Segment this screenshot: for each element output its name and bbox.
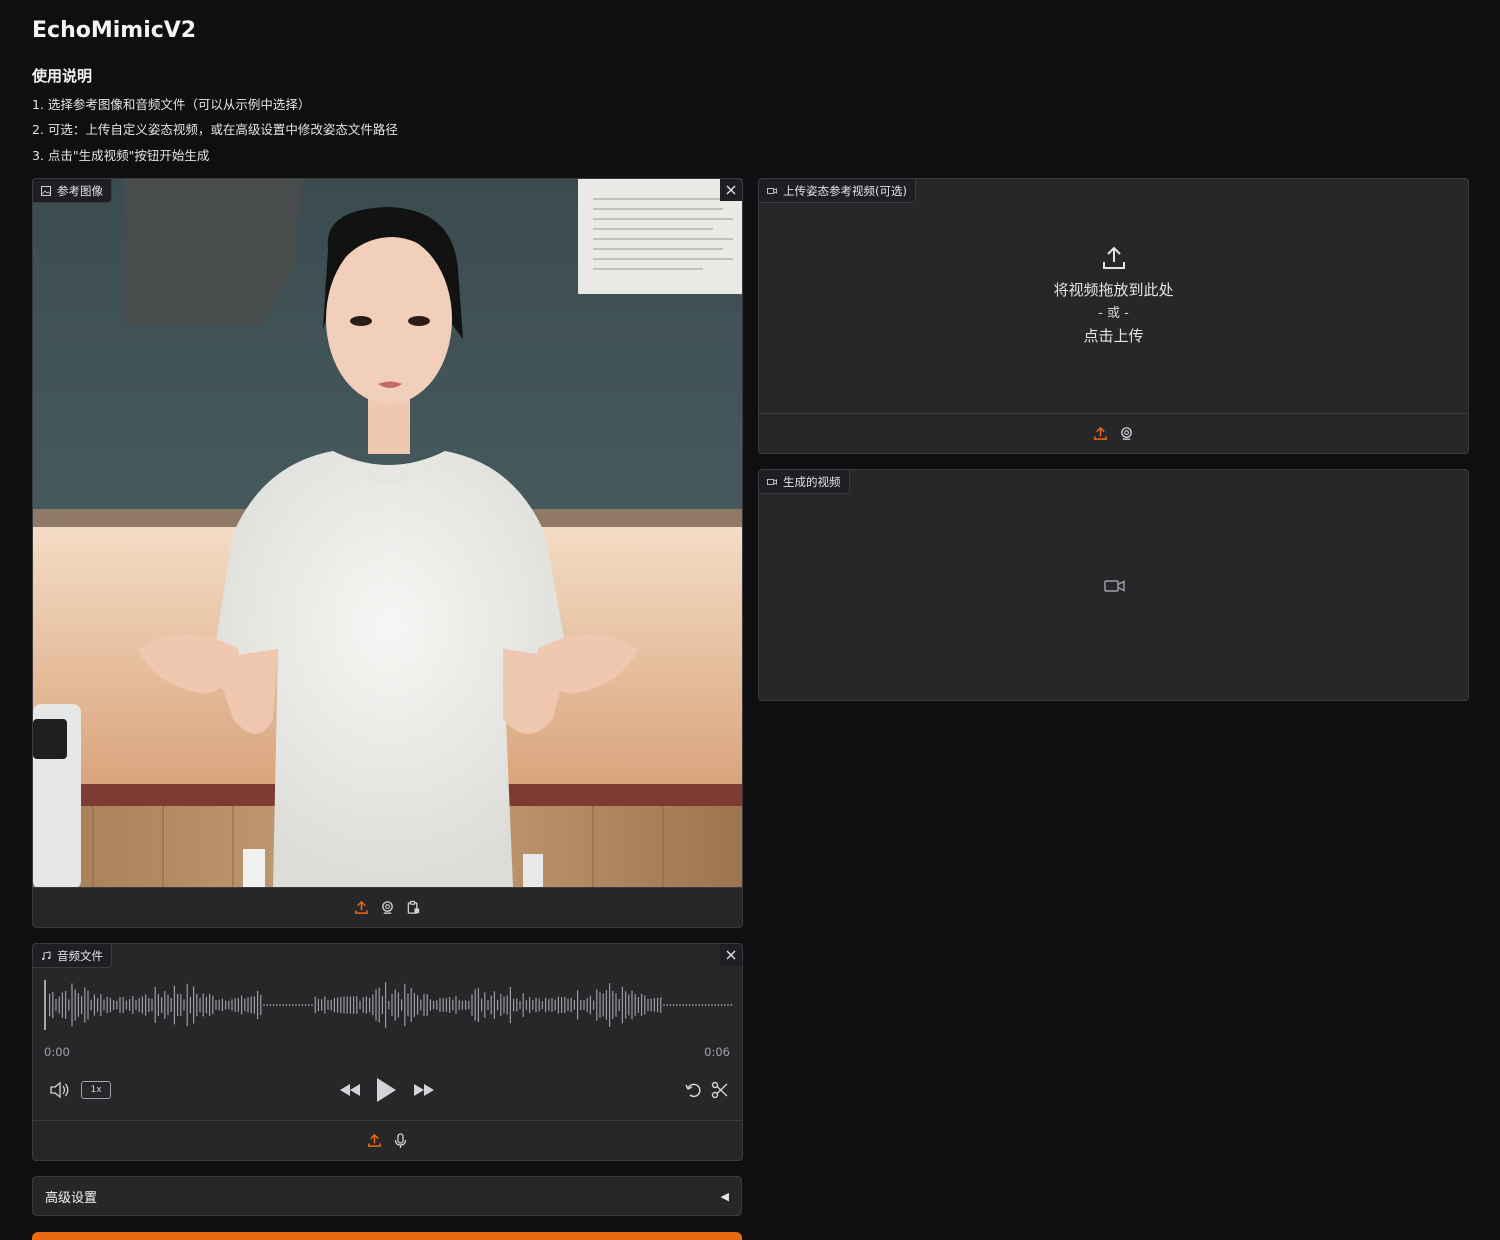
trim-button[interactable] bbox=[709, 1080, 731, 1100]
video-icon bbox=[767, 478, 777, 485]
playback-speed-button[interactable]: 1x bbox=[81, 1081, 111, 1099]
webcam-icon bbox=[382, 901, 393, 914]
microphone-icon bbox=[394, 1132, 407, 1148]
output-video-label: 生成的视频 bbox=[759, 470, 850, 494]
audio-clear-button[interactable] bbox=[720, 944, 742, 966]
audio-toolbar bbox=[33, 1120, 742, 1160]
upload-icon bbox=[368, 1133, 381, 1147]
undo-button[interactable] bbox=[683, 1080, 705, 1100]
upload-icon bbox=[355, 900, 368, 914]
instruction-item: 2. 可选：上传自定义姿态视频，或在高级设置中修改姿态文件路径 bbox=[32, 122, 398, 137]
advanced-settings-label: 高级设置 bbox=[45, 1190, 98, 1206]
undo-icon bbox=[685, 1083, 701, 1098]
pose-video-dropzone[interactable]: 将视频拖放到此处 - 或 - 点击上传 bbox=[759, 179, 1468, 413]
rewind-button[interactable] bbox=[338, 1080, 362, 1100]
audio-waveform[interactable] bbox=[43, 980, 732, 1030]
record-button[interactable] bbox=[393, 1132, 409, 1149]
collapse-arrow-icon: ◀ bbox=[720, 1189, 729, 1203]
video-placeholder-icon bbox=[1104, 578, 1126, 598]
pose-video-label: 上传姿态参考视频(可选) bbox=[759, 179, 916, 203]
time-duration: 0:06 bbox=[704, 1045, 730, 1059]
instruction-item: 1. 选择参考图像和音频文件（可以从示例中选择） bbox=[32, 97, 311, 112]
pose-video-panel: 上传姿态参考视频(可选) 将视频拖放到此处 - 或 - 点击上传 bbox=[758, 178, 1469, 454]
video-icon bbox=[767, 187, 777, 194]
paste-clipboard-button[interactable] bbox=[406, 900, 422, 916]
fast-forward-button[interactable] bbox=[412, 1080, 436, 1100]
clipboard-icon bbox=[407, 900, 420, 914]
reference-image-clear-button[interactable] bbox=[720, 179, 742, 201]
upload-button[interactable] bbox=[1093, 426, 1109, 442]
audio-label-text: 音频文件 bbox=[57, 948, 103, 963]
upload-button[interactable] bbox=[354, 900, 370, 916]
output-video-label-text: 生成的视频 bbox=[783, 474, 841, 489]
upload-icon bbox=[1102, 246, 1125, 269]
advanced-settings-accordion[interactable]: 高级设置 ◀ bbox=[32, 1176, 742, 1216]
upload-button[interactable] bbox=[367, 1133, 383, 1149]
time-current: 0:00 bbox=[44, 1045, 70, 1059]
reference-image[interactable] bbox=[33, 179, 742, 887]
image-icon bbox=[41, 185, 51, 196]
webcam-button[interactable] bbox=[380, 900, 396, 916]
audio-panel: 音频文件 0:00 0:06 1x bbox=[32, 943, 743, 1161]
upload-icon bbox=[1094, 426, 1107, 440]
fast-forward-icon bbox=[414, 1084, 434, 1096]
instruction-item: 3. 点击"生成视频"按钮开始生成 bbox=[32, 148, 210, 163]
click-upload-text: 点击上传 bbox=[1083, 326, 1144, 345]
play-button[interactable] bbox=[374, 1076, 398, 1104]
music-icon bbox=[42, 950, 51, 960]
webcam-icon bbox=[1121, 427, 1132, 440]
output-video-panel: 生成的视频 bbox=[758, 469, 1469, 701]
drop-or-text: - 或 - bbox=[1098, 305, 1129, 321]
instructions-heading: 使用说明 bbox=[32, 67, 93, 85]
drop-text: 将视频拖放到此处 bbox=[1053, 280, 1174, 299]
app-title: EchoMimicV2 bbox=[32, 18, 197, 43]
pose-video-label-text: 上传姿态参考视频(可选) bbox=[783, 183, 907, 198]
close-icon bbox=[726, 185, 736, 195]
reference-image-label: 参考图像 bbox=[33, 179, 112, 203]
close-icon bbox=[726, 950, 736, 960]
generate-video-button[interactable] bbox=[32, 1232, 742, 1240]
volume-button[interactable] bbox=[49, 1080, 71, 1100]
scissors-icon bbox=[711, 1081, 728, 1099]
volume-icon bbox=[50, 1081, 69, 1099]
audio-label: 音频文件 bbox=[33, 944, 112, 968]
reference-image-label-text: 参考图像 bbox=[57, 183, 103, 198]
pose-video-toolbar bbox=[759, 413, 1468, 453]
reference-image-panel: 参考图像 bbox=[32, 178, 743, 928]
rewind-icon bbox=[340, 1084, 360, 1096]
webcam-button[interactable] bbox=[1119, 426, 1135, 442]
reference-image-toolbar bbox=[33, 887, 742, 927]
play-icon bbox=[377, 1078, 396, 1102]
